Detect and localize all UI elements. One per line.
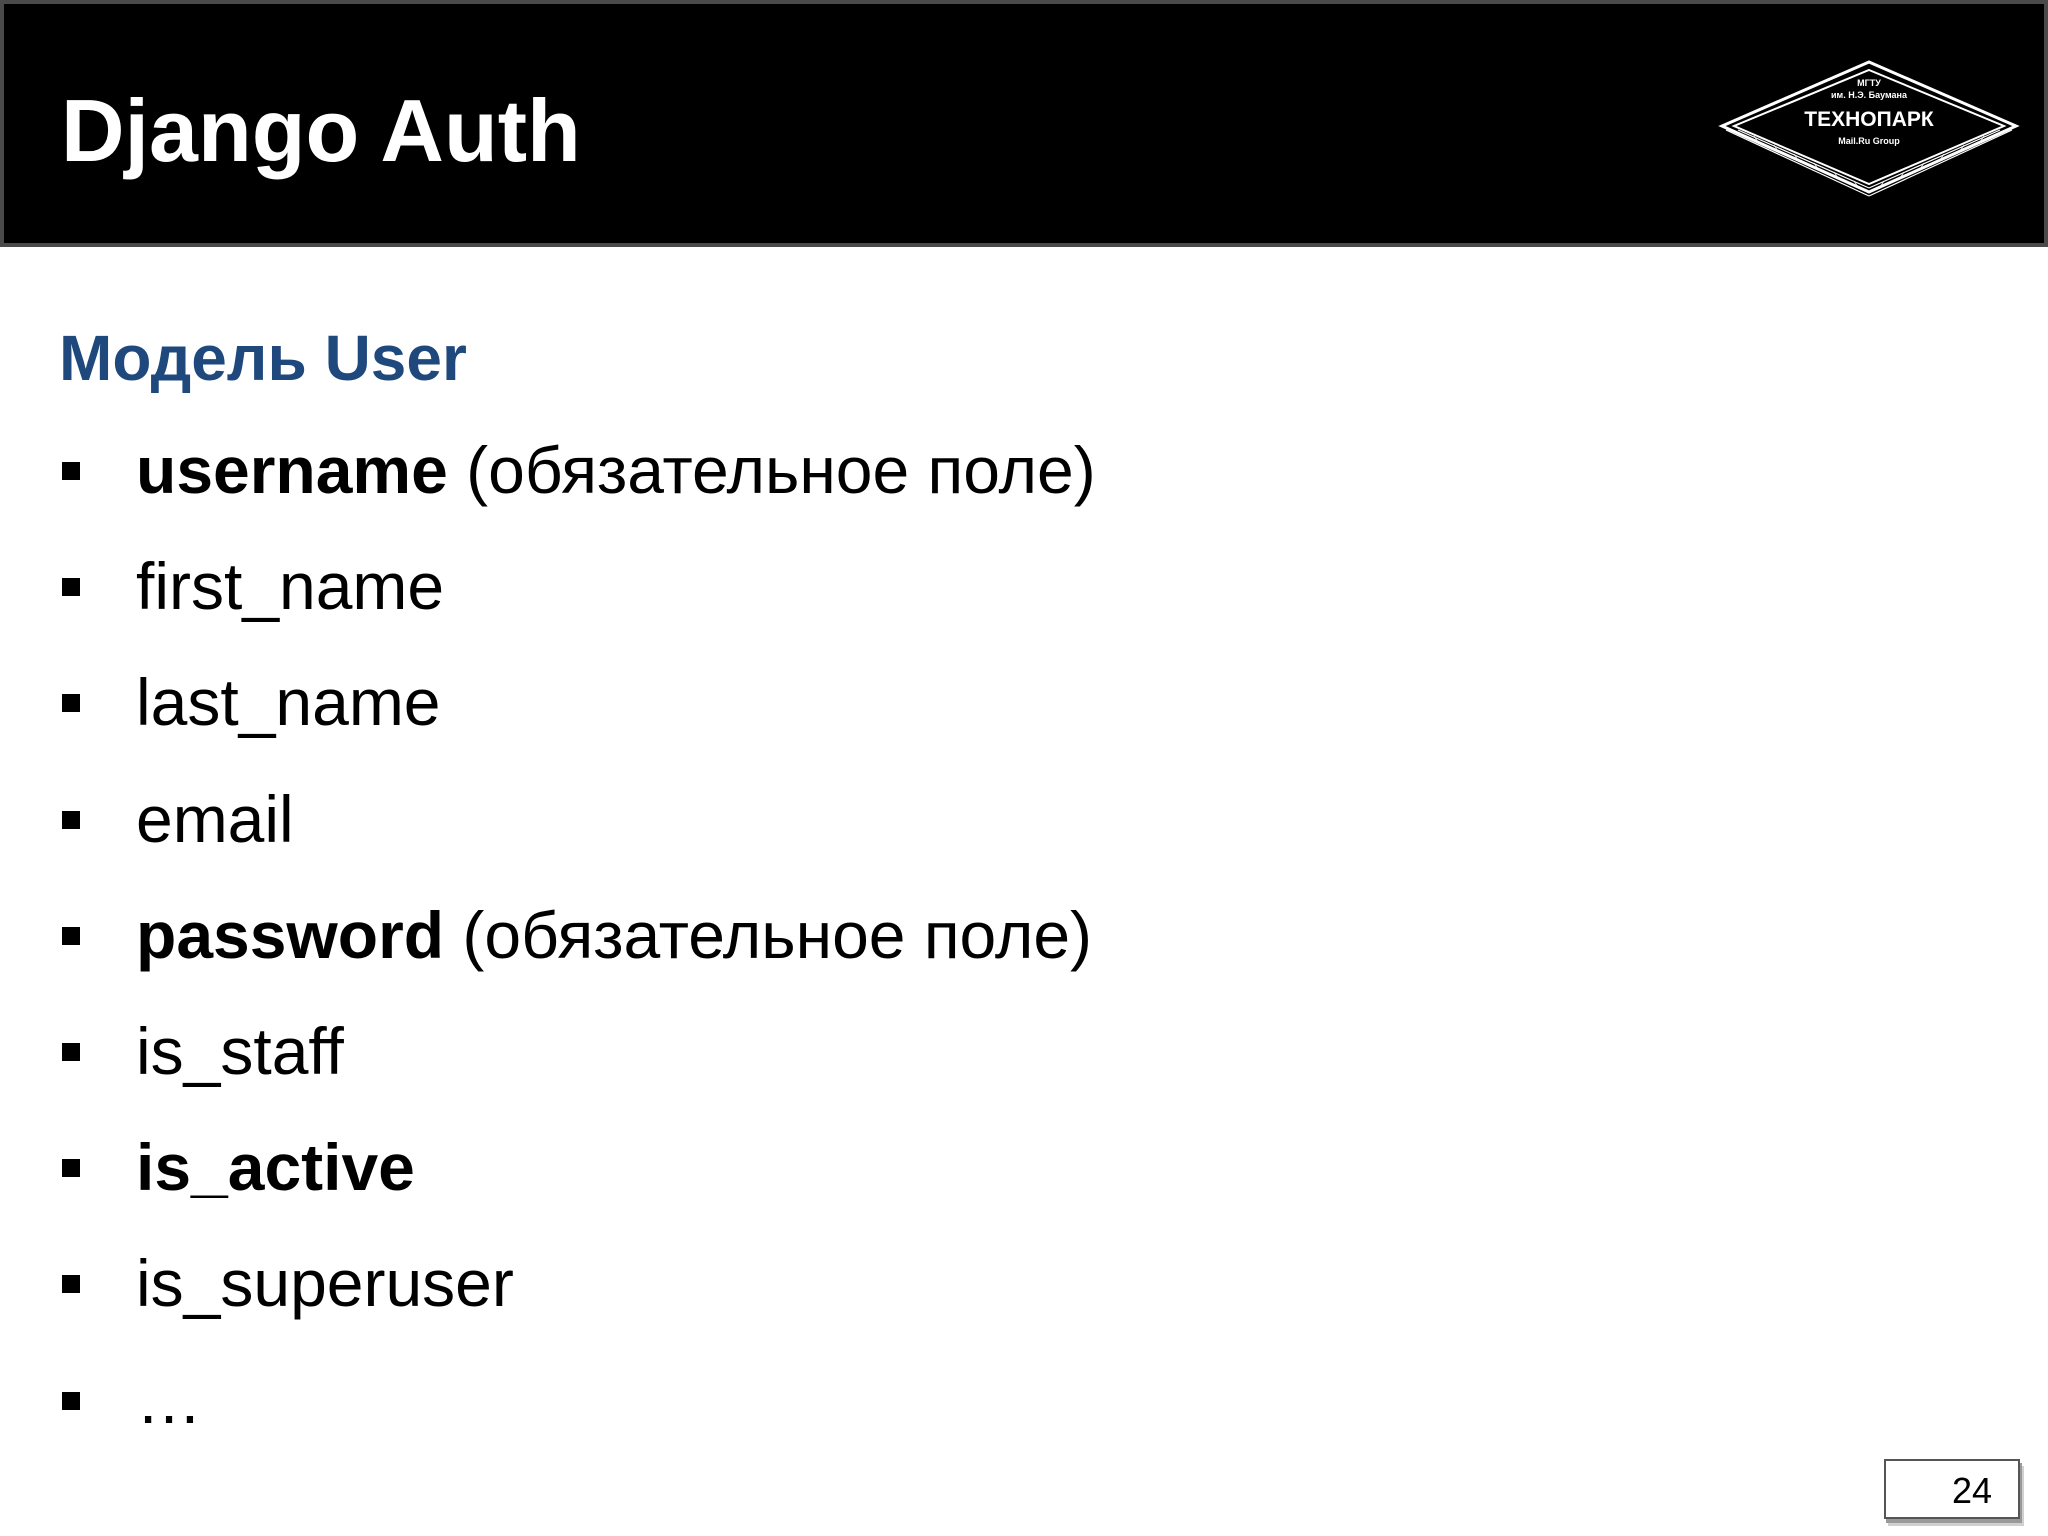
field-name: last_name (136, 665, 441, 740)
field-name: first_name (136, 549, 445, 624)
field-note: (обязательное поле) (447, 433, 1096, 507)
square-bullet-icon (62, 1275, 80, 1294)
field-note: (обязательное поле) (444, 897, 1093, 972)
logo-line-2: им. Н.Э. Баумана (1831, 90, 1907, 100)
technopark-logo: МГТУ им. Н.Э. Баумана ТЕХНОПАРК Mail.Ru … (1714, 56, 2024, 201)
list-item-text: … (136, 1360, 202, 1440)
field-name-strong: is_active (136, 1130, 415, 1205)
field-name-strong: password (136, 897, 445, 972)
logo-line-1: МГТУ (1857, 78, 1881, 88)
header-bar: Django Auth МГТУ им. Н.Э. Баумана ТЕХНОП… (0, 0, 2048, 247)
list-item-text: is_active (136, 1127, 415, 1207)
section-title: Модель User (59, 322, 467, 394)
list-item-text: email (136, 779, 294, 859)
page-number-box: 24 (1884, 1459, 2020, 1519)
logo-text: МГТУ им. Н.Э. Баумана ТЕХНОПАРК Mail.Ru … (1714, 56, 2024, 201)
square-bullet-icon (62, 1391, 80, 1410)
square-bullet-icon (62, 926, 80, 945)
field-name: email (136, 781, 294, 856)
square-bullet-icon (62, 462, 80, 480)
field-name: is_staff (136, 1013, 344, 1088)
logo-line-4: Mail.Ru Group (1838, 136, 1900, 146)
list-item-text: password (обязательное поле) (136, 895, 1092, 975)
field-name: is_superuser (136, 1246, 514, 1321)
square-bullet-icon (62, 810, 80, 829)
list-item-text: first_name (136, 546, 444, 626)
field-name-strong: username (136, 433, 448, 507)
list-item-text: last_name (136, 662, 441, 742)
square-bullet-icon (62, 1159, 80, 1178)
list-item-text: is_staff (136, 1011, 344, 1091)
square-bullet-icon (62, 694, 80, 713)
square-bullet-icon (62, 578, 80, 597)
square-bullet-icon (62, 1042, 80, 1061)
slide: Django Auth МГТУ им. Н.Э. Баумана ТЕХНОП… (0, 0, 2048, 1536)
ellipsis: … (136, 1362, 202, 1437)
logo-name: ТЕХНОПАРК (1804, 108, 1934, 131)
page-number: 24 (1951, 1470, 1992, 1511)
list-item-text: username (обязательное поле) (136, 430, 1096, 510)
list-item-text: is_superuser (136, 1243, 514, 1323)
slide-title: Django Auth (61, 81, 581, 180)
